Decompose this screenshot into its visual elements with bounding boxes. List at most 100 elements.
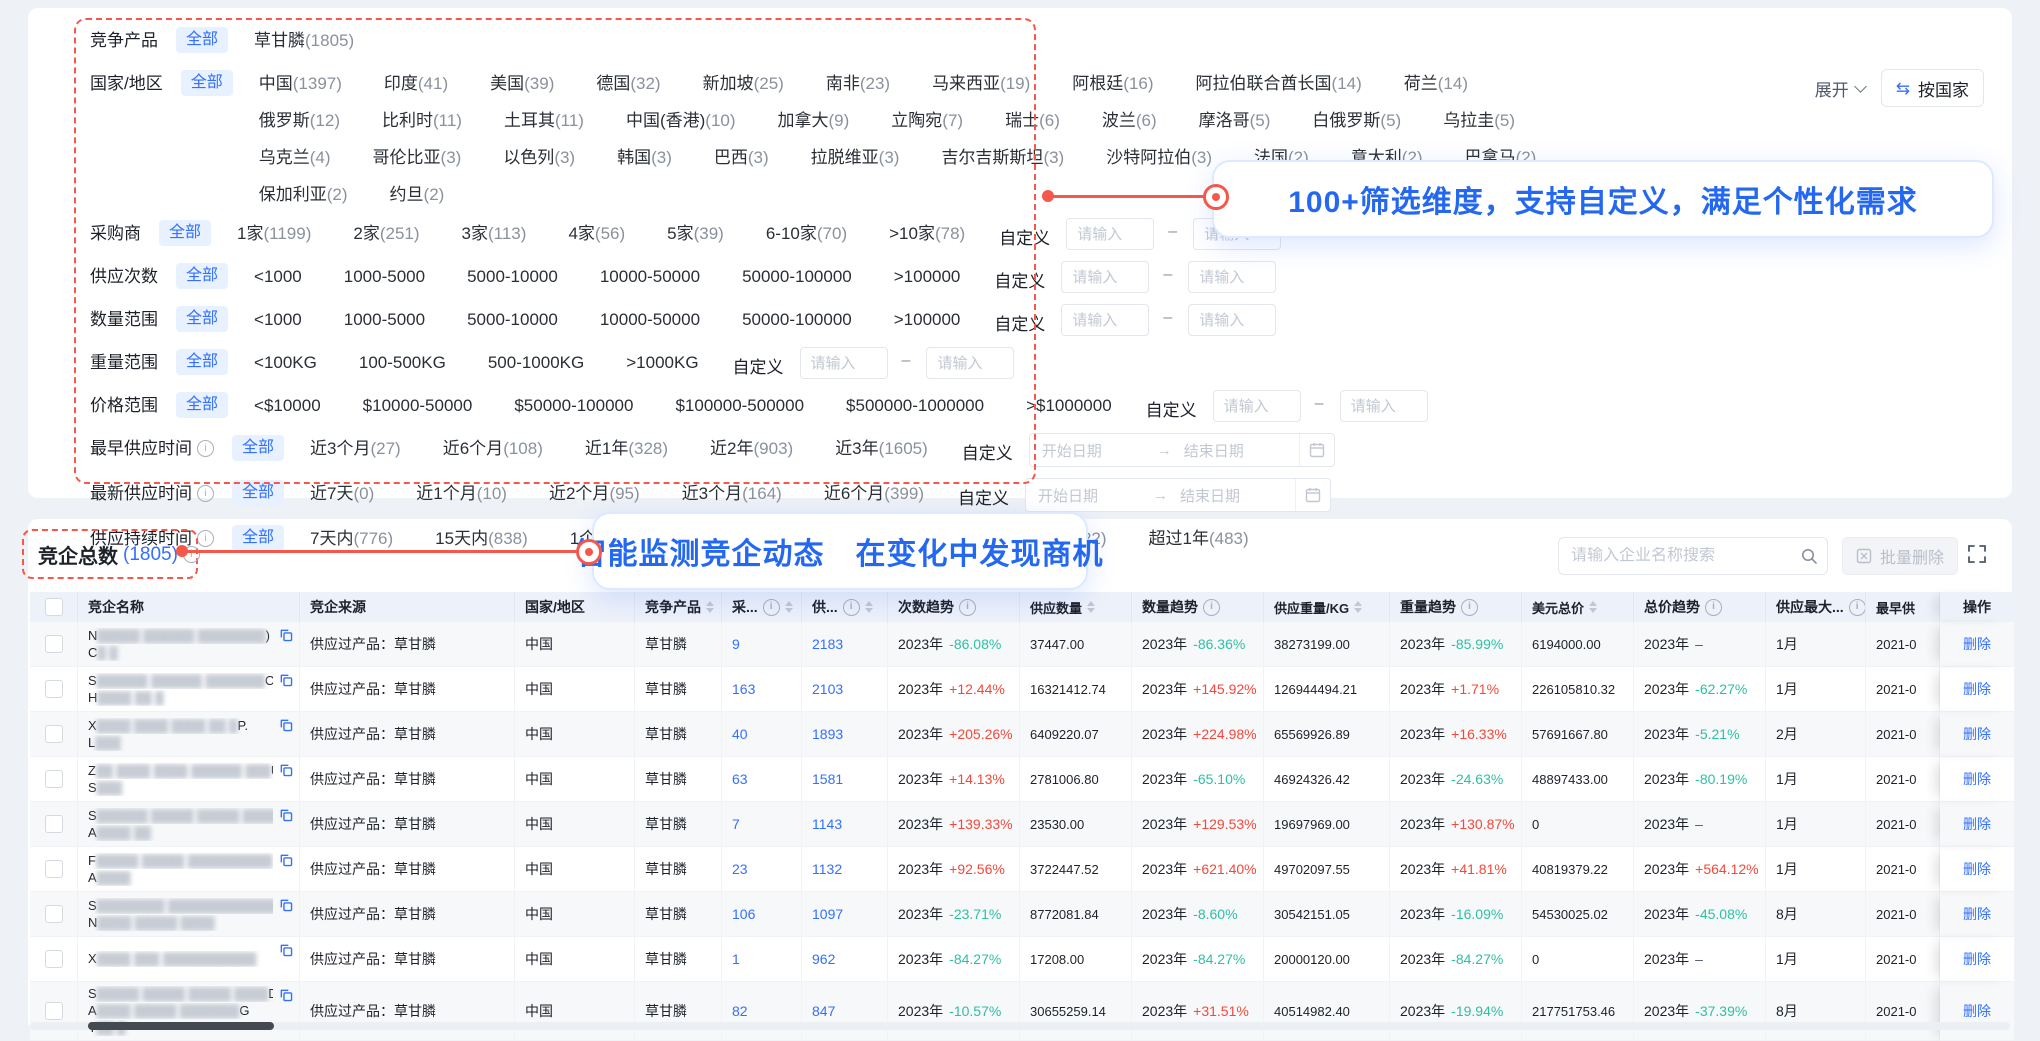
date-range-picker[interactable]: 开始日期 → 结束日期 xyxy=(1029,433,1335,467)
custom-label[interactable]: 自定义 xyxy=(1146,396,1197,421)
filter-option[interactable]: 马来西亚(19) xyxy=(932,71,1030,96)
filter-option[interactable]: $500000-1000000 xyxy=(846,393,984,418)
copy-icon[interactable] xyxy=(279,628,293,642)
delete-link[interactable]: 删除 xyxy=(1963,634,1991,654)
all-chip[interactable]: 全部 xyxy=(232,435,284,461)
sort-icon[interactable] xyxy=(865,601,873,613)
supplies-count-link[interactable]: 1097 xyxy=(802,892,888,937)
filter-option[interactable]: 以色列(3) xyxy=(503,145,575,170)
filter-option[interactable]: 近3个月(164) xyxy=(682,481,782,506)
horizontal-scrollbar-thumb[interactable] xyxy=(88,1022,274,1030)
supplies-count-link[interactable]: 2103 xyxy=(802,667,888,712)
filter-option[interactable]: 韩国(3) xyxy=(617,145,672,170)
info-icon[interactable] xyxy=(197,440,214,457)
filter-option[interactable]: >$1000000 xyxy=(1026,393,1112,418)
custom-max-input[interactable] xyxy=(1188,261,1276,293)
filter-option[interactable]: 1家(1199) xyxy=(237,221,311,246)
search-input[interactable] xyxy=(1559,547,1791,565)
info-icon[interactable] xyxy=(1705,599,1722,616)
date-range-picker[interactable]: 开始日期 → 结束日期 xyxy=(1025,478,1331,512)
info-icon[interactable] xyxy=(843,599,860,616)
filter-option[interactable]: 1000-5000 xyxy=(344,264,425,289)
filter-option[interactable]: 乌克兰(4) xyxy=(259,145,331,170)
filter-option[interactable]: 瑞士(6) xyxy=(1005,108,1060,133)
supplies-count-link[interactable]: 1893 xyxy=(802,712,888,757)
filter-option[interactable]: 5000-10000 xyxy=(467,264,558,289)
filter-option[interactable]: 约旦(2) xyxy=(390,182,445,207)
end-date-field[interactable]: 结束日期 xyxy=(1172,440,1299,461)
row-checkbox[interactable] xyxy=(45,815,63,833)
filter-option[interactable]: 100-500KG xyxy=(359,350,446,375)
delete-link[interactable]: 删除 xyxy=(1963,859,1991,879)
calendar-icon[interactable] xyxy=(1299,434,1334,466)
info-icon[interactable] xyxy=(1203,599,1220,616)
filter-option[interactable]: 3家(113) xyxy=(462,221,527,246)
sort-icon[interactable] xyxy=(785,601,793,613)
custom-label[interactable]: 自定义 xyxy=(999,224,1050,249)
custom-label[interactable]: 自定义 xyxy=(994,267,1045,292)
filter-option[interactable]: $10000-50000 xyxy=(363,393,473,418)
sort-icon[interactable] xyxy=(1589,601,1597,613)
delete-link[interactable]: 删除 xyxy=(1963,724,1991,744)
copy-icon[interactable] xyxy=(279,943,293,957)
copy-icon[interactable] xyxy=(279,808,293,822)
custom-label[interactable]: 自定义 xyxy=(962,439,1013,464)
custom-min-input[interactable] xyxy=(1213,390,1301,422)
filter-option[interactable]: 加拿大(9) xyxy=(778,108,850,133)
sort-icon[interactable] xyxy=(706,601,714,613)
supplies-count-link[interactable]: 1143 xyxy=(802,802,888,847)
buyers-count-link[interactable]: 82 xyxy=(722,982,802,1041)
filter-option[interactable]: 6-10家(70) xyxy=(766,221,847,246)
filter-option[interactable]: 沙特阿拉伯(3) xyxy=(1106,145,1212,170)
filter-option[interactable]: 德国(32) xyxy=(596,71,660,96)
row-checkbox[interactable] xyxy=(45,950,63,968)
info-icon[interactable] xyxy=(1461,599,1478,616)
filter-option[interactable]: 中国(1397) xyxy=(259,71,342,96)
filter-option[interactable]: <1000 xyxy=(254,264,302,289)
filter-option[interactable]: 印度(41) xyxy=(384,71,448,96)
search-icon[interactable] xyxy=(1791,547,1827,565)
filter-option[interactable]: 荷兰(14) xyxy=(1404,71,1468,96)
buyers-count-link[interactable]: 163 xyxy=(722,667,802,712)
filter-option[interactable]: 中国(香港)(10) xyxy=(626,108,736,133)
sort-icon[interactable] xyxy=(1354,601,1362,613)
filter-option[interactable]: 2家(251) xyxy=(353,221,419,246)
horizontal-scrollbar-track[interactable] xyxy=(30,1022,2010,1030)
row-checkbox[interactable] xyxy=(45,1002,63,1020)
filter-option[interactable]: <1000 xyxy=(254,307,302,332)
supplies-count-link[interactable]: 2183 xyxy=(802,622,888,667)
filter-option[interactable]: 近7天(0) xyxy=(310,481,374,506)
all-chip[interactable]: 全部 xyxy=(176,27,228,53)
expand-link[interactable]: 展开 xyxy=(1815,76,1865,101)
row-checkbox[interactable] xyxy=(45,680,63,698)
filter-option[interactable]: 500-1000KG xyxy=(488,350,584,375)
filter-option[interactable]: 波兰(6) xyxy=(1102,108,1157,133)
filter-option[interactable]: 近3个月(27) xyxy=(310,436,401,461)
filter-option[interactable]: >100000 xyxy=(894,264,961,289)
select-all-checkbox[interactable] xyxy=(45,598,63,616)
buyers-count-link[interactable]: 7 xyxy=(722,802,802,847)
filter-option[interactable]: 5000-10000 xyxy=(467,307,558,332)
filter-option[interactable]: 俄罗斯(12) xyxy=(259,108,340,133)
filter-option[interactable]: 摩洛哥(5) xyxy=(1199,108,1271,133)
filter-option[interactable]: >1000KG xyxy=(626,350,698,375)
buyers-count-link[interactable]: 1 xyxy=(722,937,802,982)
info-icon[interactable] xyxy=(197,485,214,502)
filter-option[interactable]: 近2个月(95) xyxy=(549,481,640,506)
row-checkbox[interactable] xyxy=(45,905,63,923)
col-header-supplies[interactable]: 供... xyxy=(802,592,888,622)
custom-max-input[interactable] xyxy=(1188,304,1276,336)
filter-option[interactable]: 近6个月(399) xyxy=(824,481,924,506)
col-header-qty[interactable]: 供应数量 xyxy=(1020,592,1132,622)
filter-option[interactable]: 拉脱维亚(3) xyxy=(811,145,900,170)
delete-link[interactable]: 删除 xyxy=(1963,904,1991,924)
buyers-count-link[interactable]: 9 xyxy=(722,622,802,667)
filter-option[interactable]: 7天内(776) xyxy=(310,526,393,551)
all-chip[interactable]: 全部 xyxy=(176,349,228,375)
filter-option[interactable]: 阿拉伯联合酋长国(14) xyxy=(1196,71,1362,96)
buyers-count-link[interactable]: 63 xyxy=(722,757,802,802)
filter-option[interactable]: 1000-5000 xyxy=(344,307,425,332)
row-checkbox[interactable] xyxy=(45,860,63,878)
start-date-field[interactable]: 开始日期 xyxy=(1026,485,1153,506)
info-icon[interactable] xyxy=(763,599,780,616)
